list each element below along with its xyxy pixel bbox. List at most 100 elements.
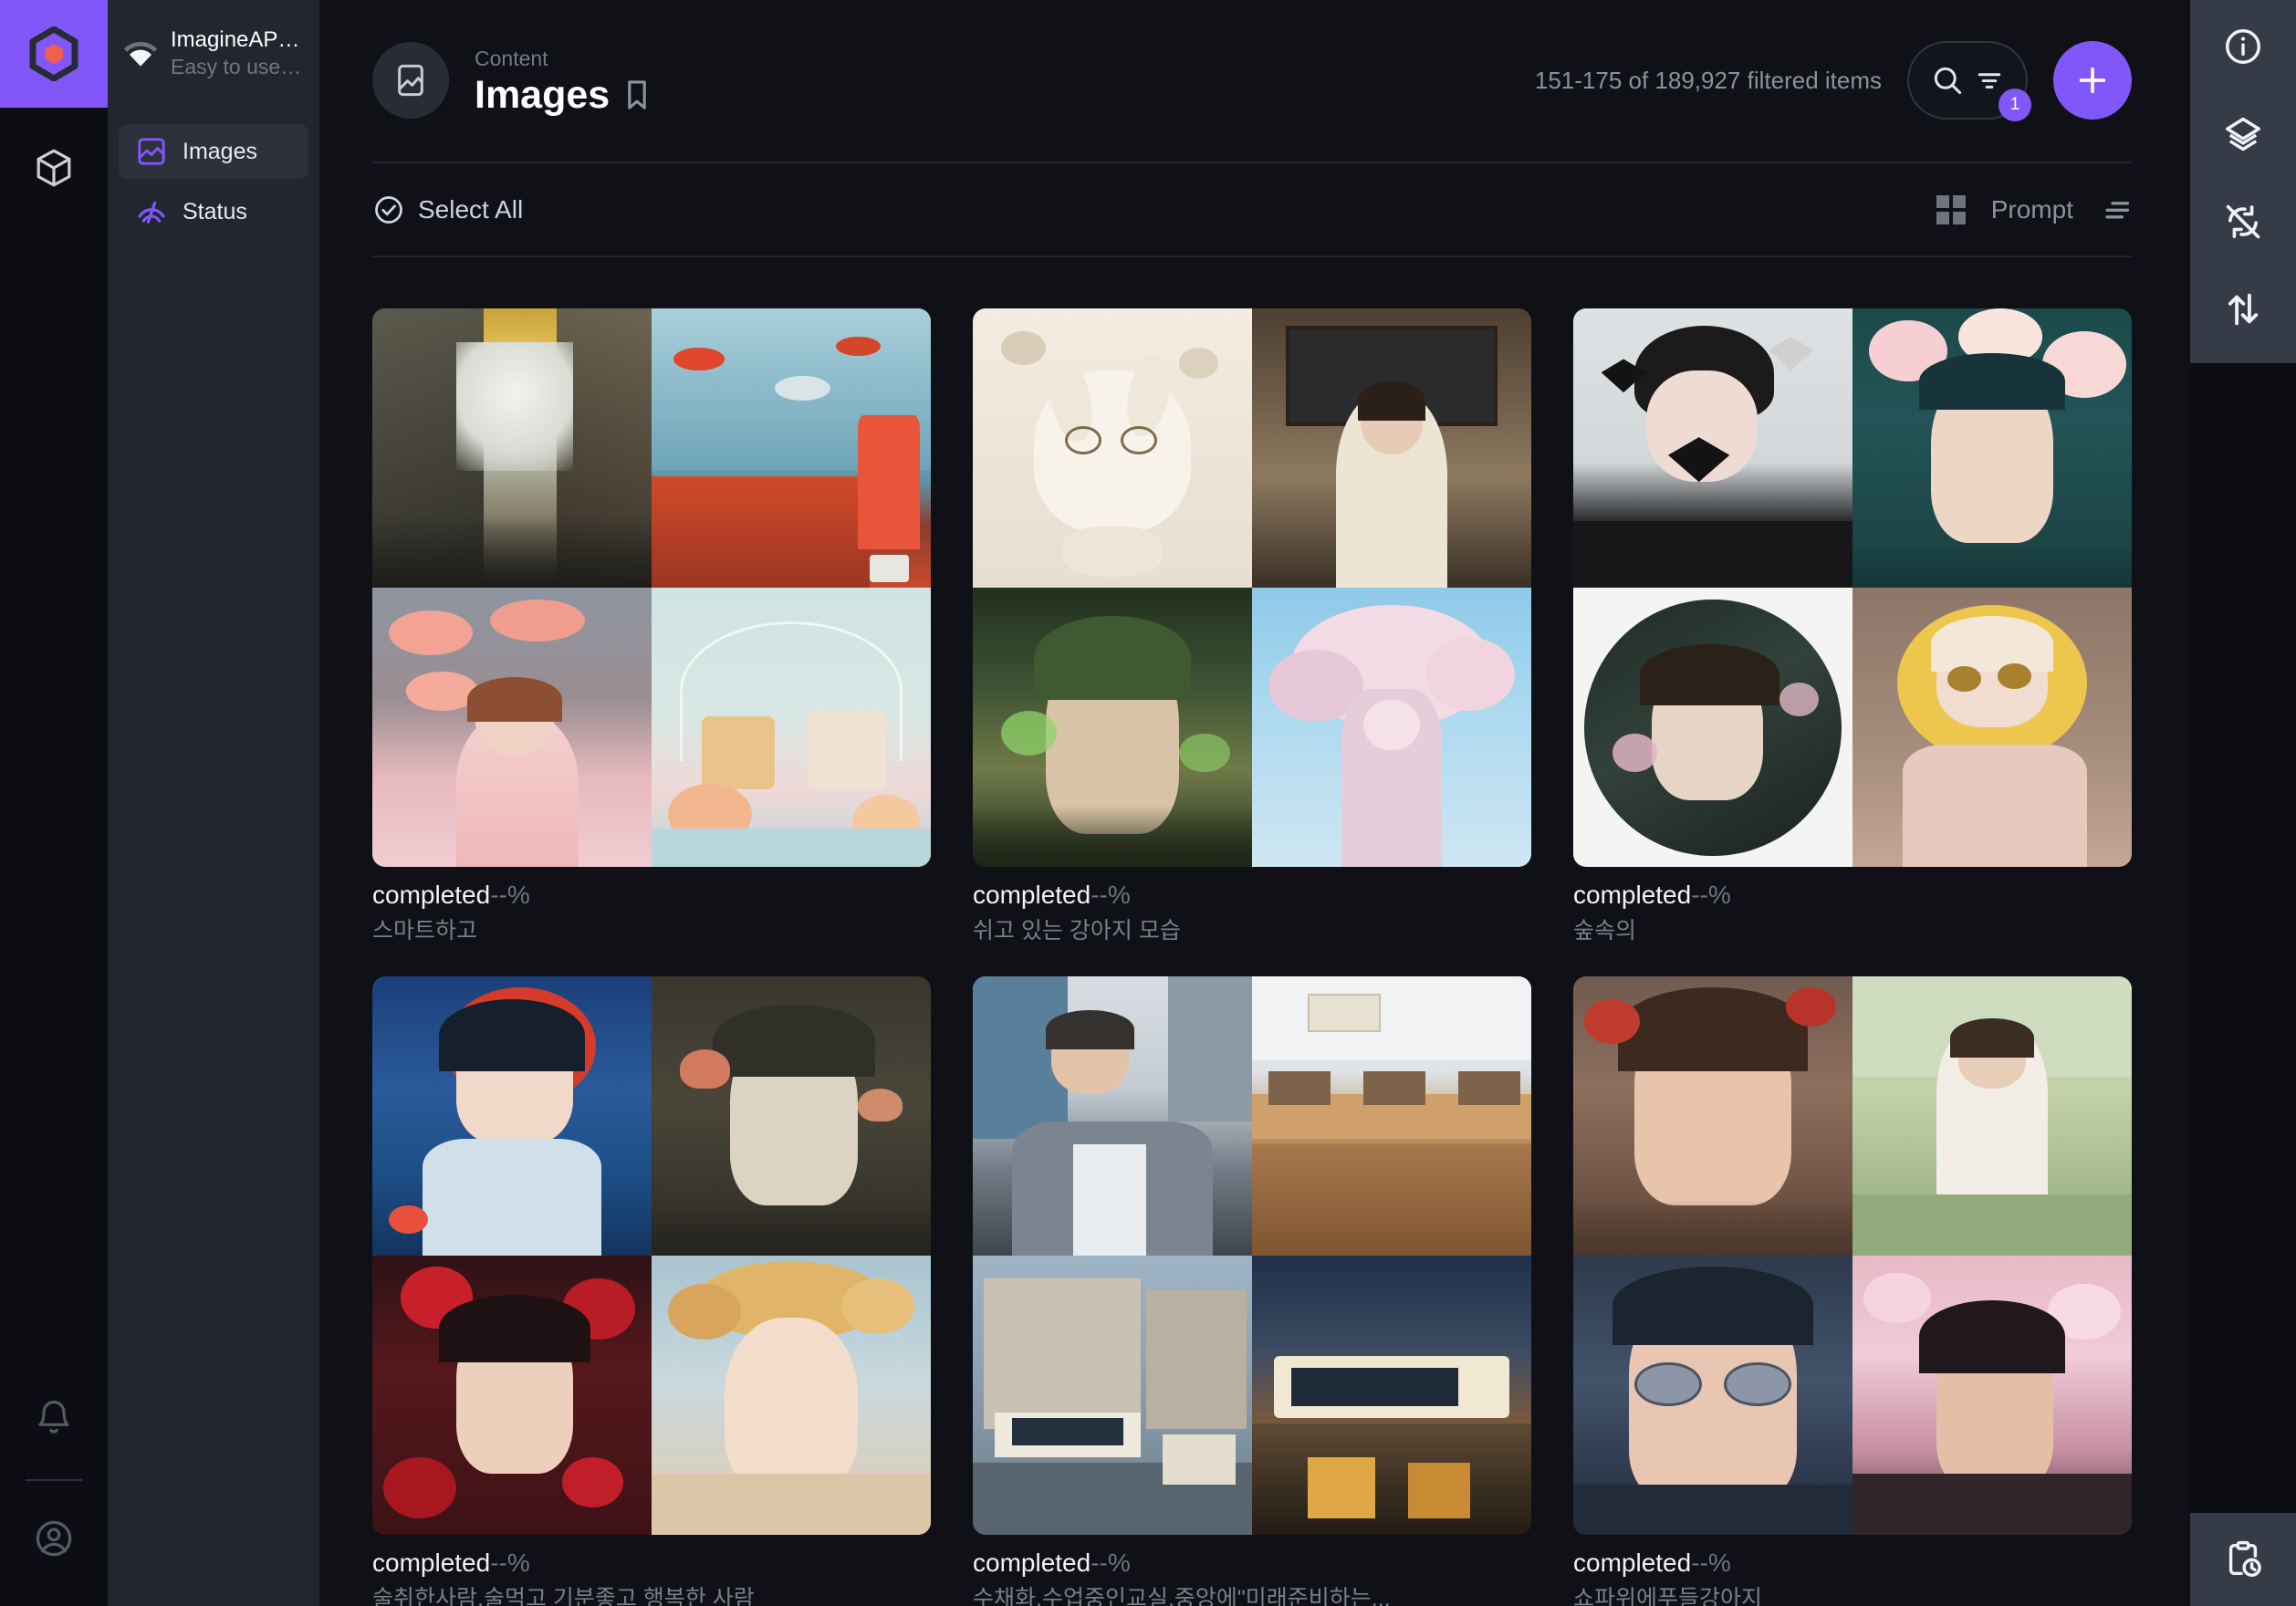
card-prompt: 쇼파위에푸들강아지 [1573, 1585, 1763, 1606]
thumbnail-quadrant [652, 976, 931, 1257]
image-card[interactable]: completed--% 스마트하고 [372, 308, 931, 945]
image-card[interactable]: completed--% 수채화,수업중인교실,중앙에"미래준비하는... [973, 976, 1531, 1606]
card-prompt: 스마트하고 [372, 918, 478, 944]
thumbnail-quadrant [372, 308, 652, 589]
card-prompt: 쉬고 있는 강아지 모습 [973, 918, 1181, 944]
page-header: Content Images 151-175 of 189,927 filter… [319, 0, 2190, 162]
card-meta: completed--% 술취한사람,술먹고 기분좋고 행복한 사람 [372, 1535, 931, 1606]
workspace-name: ImagineAPI.dev [171, 27, 305, 53]
select-all-button[interactable]: Select All [372, 193, 523, 226]
thumbnail-quadrant [973, 1256, 1252, 1536]
thumbnail-quadrant [652, 588, 931, 868]
image-thumbnail-grid[interactable] [973, 976, 1531, 1536]
thumbnail-quadrant [1573, 976, 1852, 1257]
thumbnail-quadrant [1252, 308, 1531, 589]
right-icon-rail [2190, 0, 2296, 1606]
workspace-header[interactable]: ImagineAPI.dev Easy to use Midjourne... [108, 0, 319, 108]
sort-field-label[interactable]: Prompt [1991, 195, 2073, 224]
rail-divider [26, 1479, 82, 1481]
image-card[interactable]: completed--% 술취한사람,술먹고 기분좋고 행복한 사람 [372, 976, 931, 1606]
wifi-icon [122, 36, 159, 72]
page-title: Images [475, 72, 611, 117]
thumbnail-quadrant [1852, 1256, 2132, 1536]
image-card[interactable]: completed--% 쉬고 있는 강아지 모습 [973, 308, 1531, 945]
brand-logo-button[interactable] [0, 0, 108, 108]
image-card[interactable]: completed--% 쇼파위에푸들강아지 [1573, 976, 2132, 1606]
image-icon [398, 65, 423, 97]
add-button[interactable] [2053, 41, 2132, 120]
card-meta: completed--% 스마트하고 [372, 867, 931, 945]
image-thumbnail-grid[interactable] [372, 308, 931, 868]
thumbnail-quadrant [372, 1256, 652, 1536]
thumbnail-quadrant [1573, 1256, 1852, 1536]
status-badge: completed--% [1573, 1549, 1731, 1578]
image-thumbnail-grid[interactable] [1573, 976, 2132, 1536]
breadcrumb: Content [475, 47, 548, 71]
thumbnail-quadrant [1252, 976, 1531, 1257]
card-prompt: 술취한사람,술먹고 기분좋고 행복한 사람 [372, 1585, 755, 1606]
image-card-grid: completed--% 스마트하고 completed--% 쉬고 있는 강아… [319, 257, 2190, 1606]
sidebar-item-label: Images [183, 138, 257, 164]
status-badge: completed--% [372, 1549, 530, 1578]
thumbnail-quadrant [372, 588, 652, 868]
thumbnail-quadrant [1852, 308, 2132, 589]
status-badge: completed--% [973, 881, 1131, 910]
sidebar-item-label: Status [183, 198, 247, 224]
card-prompt: 수채화,수업중인교실,중앙에"미래준비하는... [973, 1585, 1391, 1606]
plus-icon [2079, 68, 2106, 94]
cube-icon[interactable] [32, 146, 76, 194]
activity-icon [135, 195, 168, 228]
sidebar-item-images[interactable]: Images [119, 124, 308, 179]
sidebar-item-status[interactable]: Status [119, 184, 308, 239]
status-badge: completed--% [973, 1549, 1131, 1578]
select-all-label: Select All [418, 194, 524, 224]
check-circle-icon [372, 193, 405, 226]
filter-icon[interactable] [1974, 65, 2005, 96]
bell-icon[interactable] [34, 1398, 74, 1443]
bookmark-icon[interactable] [624, 78, 650, 111]
thumbnail-quadrant [652, 1256, 931, 1536]
thumbnail-quadrant [372, 976, 652, 1257]
sidebar: ImagineAPI.dev Easy to use Midjourne... … [108, 0, 319, 1606]
right-rail-panel [2190, 0, 2296, 363]
sort-descending-icon[interactable] [2099, 196, 2132, 224]
grid-view-icon[interactable] [1936, 194, 1966, 224]
arrows-up-down-icon[interactable] [2222, 288, 2264, 330]
action-toolbar: Select All Prompt [372, 161, 2132, 258]
thumbnail-quadrant [652, 308, 931, 589]
thumbnail-quadrant [1252, 588, 1531, 868]
card-meta: completed--% 수채화,수업중인교실,중앙에"미래준비하는... [973, 1535, 1531, 1606]
search-icon[interactable] [1930, 63, 1965, 98]
status-badge: completed--% [1573, 881, 1731, 910]
search-filter-button[interactable]: 1 [1907, 41, 2031, 122]
user-circle-icon[interactable] [33, 1517, 75, 1564]
page-icon-badge [372, 42, 449, 120]
workspace-tagline: Easy to use Midjourne... [171, 55, 305, 78]
item-count-label: 151-175 of 189,927 filtered items [1534, 66, 1882, 94]
card-prompt: 숲속의 [1573, 918, 1637, 944]
thumbnail-quadrant [973, 976, 1252, 1257]
card-meta: completed--% 쉬고 있는 강아지 모습 [973, 867, 1531, 945]
clipboard-clock-icon [2228, 1540, 2261, 1577]
thumbnail-quadrant [1252, 1256, 1531, 1536]
app-root: ImagineAPI.dev Easy to use Midjourne... … [0, 0, 2296, 1606]
image-thumbnail-grid[interactable] [372, 976, 931, 1536]
card-meta: completed--% 쇼파위에푸들강아지 [1573, 1535, 2132, 1606]
thumbnail-quadrant [1573, 308, 1852, 589]
filter-count-badge: 1 [1999, 89, 2031, 122]
hexagon-logo-icon [29, 26, 78, 81]
layers-icon[interactable] [2222, 113, 2264, 155]
card-meta: completed--% 숲속의 [1573, 867, 2132, 945]
sync-disabled-icon[interactable] [2222, 201, 2264, 243]
image-thumbnail-grid[interactable] [973, 308, 1531, 868]
thumbnail-quadrant [1852, 588, 2132, 868]
image-icon [135, 135, 168, 168]
thumbnail-quadrant [973, 308, 1252, 589]
sidebar-nav: Images Status [108, 108, 319, 239]
thumbnail-quadrant [973, 588, 1252, 868]
info-circle-icon[interactable] [2222, 26, 2264, 68]
thumbnail-quadrant [1573, 588, 1852, 868]
image-thumbnail-grid[interactable] [1573, 308, 2132, 868]
image-card[interactable]: completed--% 숲속의 [1573, 308, 2132, 945]
pending-tasks-button[interactable] [2190, 1513, 2296, 1606]
